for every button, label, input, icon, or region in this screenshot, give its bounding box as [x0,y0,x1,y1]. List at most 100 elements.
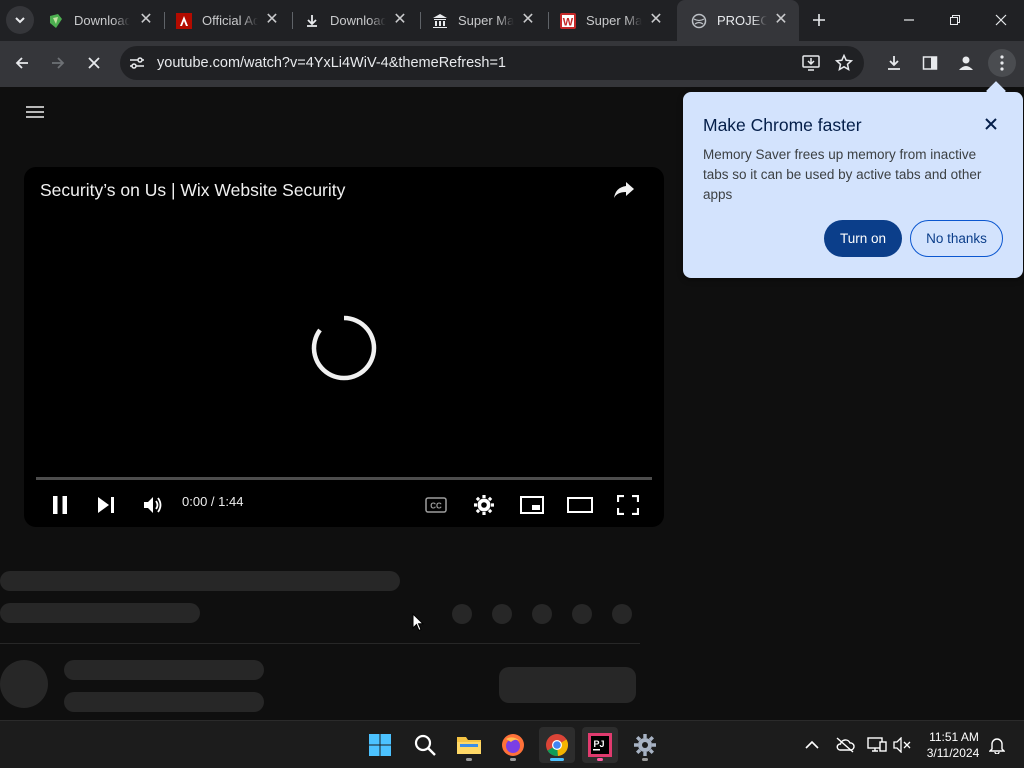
close-tab-icon[interactable]: ✕ [773,12,789,28]
stop-loading-button[interactable] [80,49,108,77]
file-explorer-button[interactable] [451,727,487,763]
notifications-button[interactable] [980,727,1014,763]
new-tab-button[interactable] [805,6,833,34]
captions-button[interactable]: CC [420,489,452,521]
tab-download-1[interactable]: Download ✕ [34,0,164,41]
downloads-button[interactable] [880,49,908,77]
pause-button[interactable] [44,489,76,521]
fullscreen-button[interactable] [612,489,644,521]
tab-download-2[interactable]: Download ✕ [290,0,418,41]
video-title[interactable]: Security’s on Us | Wix Website Security [40,180,345,201]
miniplayer-icon [520,496,544,514]
search-button[interactable] [407,727,443,763]
chrome-menu-button[interactable] [988,49,1016,77]
restore-window-button[interactable] [941,6,969,34]
fullscreen-icon [617,495,639,515]
video-player[interactable]: Security’s on Us | Wix Website Security … [24,167,664,527]
avatar-icon [959,56,973,70]
skip-next-icon [98,497,114,513]
mouse-cursor [412,612,425,637]
minimize-icon [904,19,914,21]
theater-mode-button[interactable] [564,489,596,521]
side-panel-icon [922,56,938,70]
pause-icon [53,496,67,514]
tab-project-active[interactable]: PROJECT ✕ [677,0,799,41]
gear-icon [474,495,494,515]
action-skeleton-2 [492,604,512,624]
chrome-button[interactable] [539,727,575,763]
running-indicator [642,758,648,761]
bookmark-star-icon[interactable] [834,53,854,77]
share-button[interactable] [612,177,644,209]
tab-search-button[interactable] [6,6,34,34]
settings-button[interactable] [468,489,500,521]
tab-super-mario-1[interactable]: Super Mar ✕ [418,0,546,41]
svg-text:PJ: PJ [593,739,604,749]
volume-muted-icon [893,737,911,753]
chrome-globe-icon [691,13,707,29]
captions-icon: CC [425,497,447,513]
svg-text:CC: CC [430,502,442,511]
minimize-window-button[interactable] [895,6,923,34]
address-bar[interactable]: youtube.com/watch?v=4YxLi4WiV-4&themeRef… [120,46,864,80]
svg-text:W: W [563,16,574,28]
running-indicator [550,758,564,761]
close-tab-icon[interactable]: ✕ [264,12,280,28]
share-icon [614,182,634,198]
memory-saver-popup: Make Chrome faster Memory Saver frees up… [683,81,1023,278]
chevron-down-icon [15,17,25,24]
no-thanks-button[interactable]: No thanks [910,220,1003,257]
close-tab-icon[interactable]: ✕ [520,12,536,28]
volume-button[interactable] [137,489,169,521]
settings-app-button[interactable] [627,727,663,763]
volume-icon [144,497,162,513]
tab-title: Super Mar [586,13,642,28]
clock-time[interactable]: 11:51 AM [924,730,984,744]
onedrive-button[interactable] [828,727,862,763]
show-hidden-icons-button[interactable] [795,727,829,763]
close-popup-button[interactable] [980,113,1002,135]
firefox-button[interactable] [495,727,531,763]
action-skeleton-3 [532,604,552,624]
windows-taskbar: PJ 11:51 AM 3/11/2024 [0,720,1024,768]
tab-strip: Download ✕ Official Ad ✕ Download ✕ Supe… [0,0,1024,41]
tab-title: Official Ad [202,13,258,28]
next-button[interactable] [90,489,122,521]
download-icon [888,56,900,70]
back-button[interactable] [8,49,36,77]
w-logo-icon: W [560,12,576,29]
profile-button[interactable] [952,49,980,77]
side-panel-button[interactable] [916,49,944,77]
close-tab-icon[interactable]: ✕ [138,12,154,28]
tab-title: Download [330,13,386,28]
start-button[interactable] [362,727,398,763]
running-indicator [466,758,472,761]
channel-avatar-skeleton [0,660,48,708]
cloud-offline-icon [836,737,855,753]
tab-title: PROJECT [717,13,767,28]
hamburger-menu-button[interactable] [24,104,48,126]
pycharm-button[interactable]: PJ [582,727,618,763]
channel-name-skeleton [64,660,264,680]
tab-official-adobe[interactable]: Official Ad ✕ [162,0,290,41]
close-tab-icon[interactable]: ✕ [392,12,408,28]
progress-bar[interactable] [36,477,652,480]
close-window-button[interactable] [987,6,1015,34]
forward-button[interactable] [44,49,72,77]
volume-button[interactable] [885,727,919,763]
close-tab-icon[interactable]: ✕ [648,12,664,28]
browser-toolbar: youtube.com/watch?v=4YxLi4WiV-4&themeRef… [0,41,1024,87]
arrow-right-icon [52,57,65,69]
clock-date[interactable]: 3/11/2024 [920,746,986,760]
hamburger-icon [26,106,44,118]
plus-icon [813,14,825,26]
divider [0,643,640,644]
site-settings-icon[interactable] [129,56,145,75]
miniplayer-button[interactable] [516,489,548,521]
firefox-icon [502,734,524,756]
turn-on-button[interactable]: Turn on [824,220,902,257]
url-text[interactable]: youtube.com/watch?v=4YxLi4WiV-4&themeRef… [157,55,506,71]
tab-super-mario-2[interactable]: W Super Mar ✕ [546,0,674,41]
install-app-icon[interactable] [802,55,820,76]
running-indicator [510,758,516,761]
